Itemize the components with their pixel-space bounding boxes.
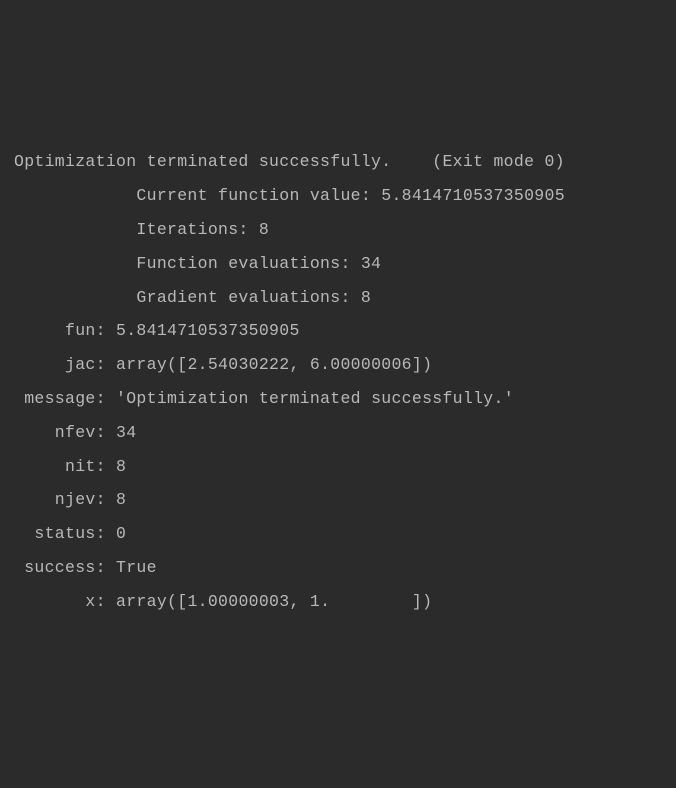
gradient-evaluations-label: Gradient evaluations: xyxy=(14,288,361,307)
jac-value: array([2.54030222, 6.00000006]) xyxy=(116,355,432,374)
njev-label: njev: xyxy=(14,490,116,509)
fun-label: fun: xyxy=(14,321,116,340)
success-label: success: xyxy=(14,558,116,577)
x-value: array([1.00000003, 1. ]) xyxy=(116,592,432,611)
nfev-value: 34 xyxy=(116,423,136,442)
current-function-value: 5.8414710537350905 xyxy=(381,186,565,205)
iterations-value: 8 xyxy=(259,220,269,239)
function-evaluations-value: 34 xyxy=(361,254,381,273)
x-label: x: xyxy=(14,592,116,611)
current-function-value-label: Current function value: xyxy=(14,186,381,205)
nit-value: 8 xyxy=(116,457,126,476)
iterations-label: Iterations: xyxy=(14,220,259,239)
console-output: Optimization terminated successfully. (E… xyxy=(14,145,662,618)
header-line: Optimization terminated successfully. (E… xyxy=(14,152,565,171)
njev-value: 8 xyxy=(116,490,126,509)
function-evaluations-label: Function evaluations: xyxy=(14,254,361,273)
fun-value: 5.8414710537350905 xyxy=(116,321,300,340)
nit-label: nit: xyxy=(14,457,116,476)
message-value: 'Optimization terminated successfully.' xyxy=(116,389,514,408)
status-label: status: xyxy=(14,524,116,543)
status-value: 0 xyxy=(116,524,126,543)
success-value: True xyxy=(116,558,157,577)
gradient-evaluations-value: 8 xyxy=(361,288,371,307)
jac-label: jac: xyxy=(14,355,116,374)
message-label: message: xyxy=(14,389,116,408)
nfev-label: nfev: xyxy=(14,423,116,442)
